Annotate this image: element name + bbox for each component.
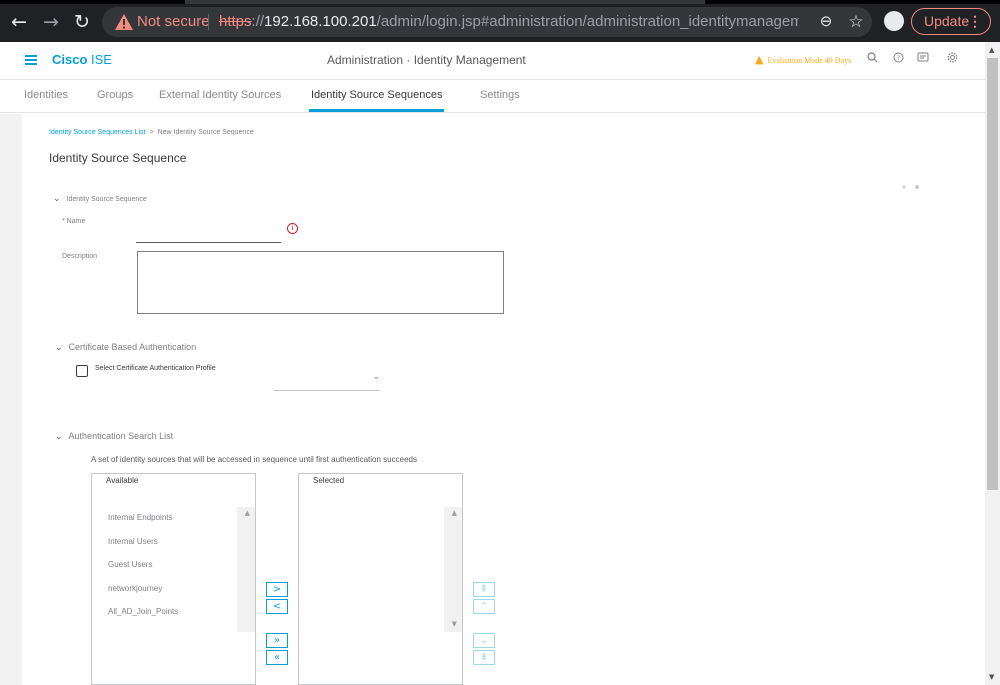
logo-bold: Cisco: [52, 52, 88, 67]
url-text[interactable]: https://192.168.100.201/admin/login.jsp#…: [219, 13, 799, 30]
warning-icon[interactable]: [114, 12, 134, 32]
tab-external-identity-sources[interactable]: External Identity Sources: [159, 89, 281, 101]
scroll-down-icon[interactable]: ▼: [452, 620, 457, 628]
url-path: /admin/login.jsp#administration/administ…: [376, 13, 799, 30]
scroll-up-icon[interactable]: ▲: [245, 509, 250, 517]
available-header: Available: [106, 476, 139, 485]
update-label: Update: [924, 13, 970, 29]
breadcrumb-list-link[interactable]: Identity Source Sequences List: [49, 129, 146, 136]
scroll-down-icon[interactable]: ▼: [989, 673, 994, 681]
not-secure-label[interactable]: Not secure: [137, 13, 210, 30]
move-top-button[interactable]: ⇞: [473, 582, 495, 597]
breadcrumb-chevron-icon: >: [149, 129, 154, 136]
progress-dots: [902, 176, 928, 194]
section-label: Certificate Based Authentication: [68, 342, 197, 352]
tab-settings[interactable]: Settings: [480, 89, 520, 101]
page-scrollbar[interactable]: ▲ ▼: [985, 42, 1000, 685]
cba-checkbox-label[interactable]: Select Certificate Authentication Profil…: [95, 365, 216, 372]
dot: [902, 185, 906, 189]
name-input[interactable]: [136, 224, 281, 243]
move-right-button[interactable]: >: [266, 582, 288, 597]
profile-avatar[interactable]: [884, 11, 904, 31]
warning-triangle-icon: ▲: [755, 53, 764, 66]
help-icon[interactable]: ?: [890, 52, 906, 68]
move-all-right-button[interactable]: »: [266, 633, 288, 648]
search-list-description: A set of identity sources that will be a…: [91, 455, 417, 464]
active-browser-tab[interactable]: [185, 0, 705, 4]
hamburger-menu-icon[interactable]: [25, 55, 37, 65]
breadcrumb: Identity Source Sequences List > New Ident…: [49, 129, 254, 136]
menu-dots-icon: ⋮: [968, 13, 982, 29]
cba-profile-select[interactable]: ⌄: [274, 372, 380, 391]
left-gutter: [0, 114, 22, 685]
chevron-down-icon: ⌄: [372, 372, 380, 382]
browser-toolbar: ← → ↻ Not secure https://192.168.100.201…: [0, 0, 1000, 42]
address-bar[interactable]: Not secure https://192.168.100.201/admin…: [102, 7, 872, 37]
forward-icon[interactable]: →: [38, 9, 64, 35]
available-list[interactable]: Available ▲ Internal Endpoints Internal …: [91, 473, 256, 685]
list-item[interactable]: Internal Users: [108, 537, 158, 546]
tab-identity-source-sequences[interactable]: Identity Source Sequences: [308, 89, 445, 112]
move-all-left-button[interactable]: «: [266, 650, 288, 665]
move-bottom-button[interactable]: ⇟: [473, 650, 495, 665]
page-heading: Administration · Identity Management: [327, 53, 526, 67]
main-content: Identity Source Sequences List > New Ident…: [22, 114, 985, 685]
info-icon[interactable]: i: [287, 223, 298, 234]
evaluation-text: Evaluation Mode 49 Days: [767, 56, 852, 65]
scroll-up-icon[interactable]: ▲: [989, 46, 994, 54]
breadcrumb-current: New Identity Source Sequence: [157, 129, 254, 136]
scrollbar-thumb[interactable]: [987, 58, 998, 490]
chevron-down-icon: ⌄: [55, 343, 63, 353]
chevron-down-icon: ⌄: [55, 432, 63, 442]
section-label: Identity Source Sequence: [66, 196, 147, 203]
chevron-down-icon: ⌄: [53, 194, 61, 204]
name-label: * Name: [62, 218, 86, 225]
section-certificate-based-authentication[interactable]: ⌄ Certificate Based Authentication: [55, 342, 196, 353]
search-icon[interactable]: [864, 52, 880, 68]
address-divider: [208, 14, 209, 30]
tab-identities[interactable]: Identities: [24, 89, 68, 101]
description-label: Description: [62, 253, 98, 260]
svg-text:?: ?: [896, 55, 899, 62]
cisco-ise-logo[interactable]: Cisco ISE: [52, 52, 112, 67]
back-icon[interactable]: ←: [6, 9, 32, 35]
move-up-button[interactable]: ⌃: [473, 599, 495, 614]
gear-icon[interactable]: [944, 52, 960, 68]
notification-icon[interactable]: [915, 52, 931, 68]
section-label: Authentication Search List: [68, 431, 174, 441]
app-header: Cisco ISE Administration · Identity Mana…: [0, 42, 985, 80]
url-host: 192.168.100.201: [264, 13, 377, 30]
list-item[interactable]: Internal Endpoints: [108, 513, 173, 522]
list-scrollbar[interactable]: [444, 507, 462, 632]
selected-header: Selected: [313, 476, 345, 485]
list-item[interactable]: Guest Users: [108, 560, 152, 569]
selected-list[interactable]: Selected ▲ ▼: [298, 473, 463, 685]
update-button[interactable]: Update ⋮: [911, 8, 991, 35]
zoom-icon[interactable]: ⊖: [814, 10, 838, 34]
list-item[interactable]: networkjourney: [108, 584, 162, 593]
cba-checkbox[interactable]: [76, 365, 88, 377]
bookmark-star-icon[interactable]: ☆: [844, 10, 868, 34]
url-scheme: https: [219, 13, 252, 30]
list-scrollbar[interactable]: [237, 507, 255, 632]
description-textarea[interactable]: [137, 251, 504, 314]
logo-product: ISE: [87, 52, 112, 67]
tab-groups[interactable]: Groups: [97, 89, 133, 101]
admin-tabs: Identities Groups External Identity Sour…: [0, 81, 985, 113]
move-left-button[interactable]: <: [266, 599, 288, 614]
page-title: Identity Source Sequence: [49, 151, 187, 165]
url-separator: ://: [251, 13, 265, 30]
list-item[interactable]: All_AD_Join_Points: [108, 607, 178, 616]
scroll-up-icon[interactable]: ▲: [452, 509, 457, 517]
section-identity-source-sequence[interactable]: ⌄ Identity Source Sequence: [53, 194, 147, 204]
dot-active: [915, 185, 919, 189]
reload-icon[interactable]: ↻: [69, 9, 95, 35]
move-down-button[interactable]: ⌄: [473, 633, 495, 648]
section-authentication-search-list[interactable]: ⌄ Authentication Search List: [55, 431, 173, 442]
evaluation-badge[interactable]: ▲ Evaluation Mode 49 Days: [755, 53, 851, 66]
